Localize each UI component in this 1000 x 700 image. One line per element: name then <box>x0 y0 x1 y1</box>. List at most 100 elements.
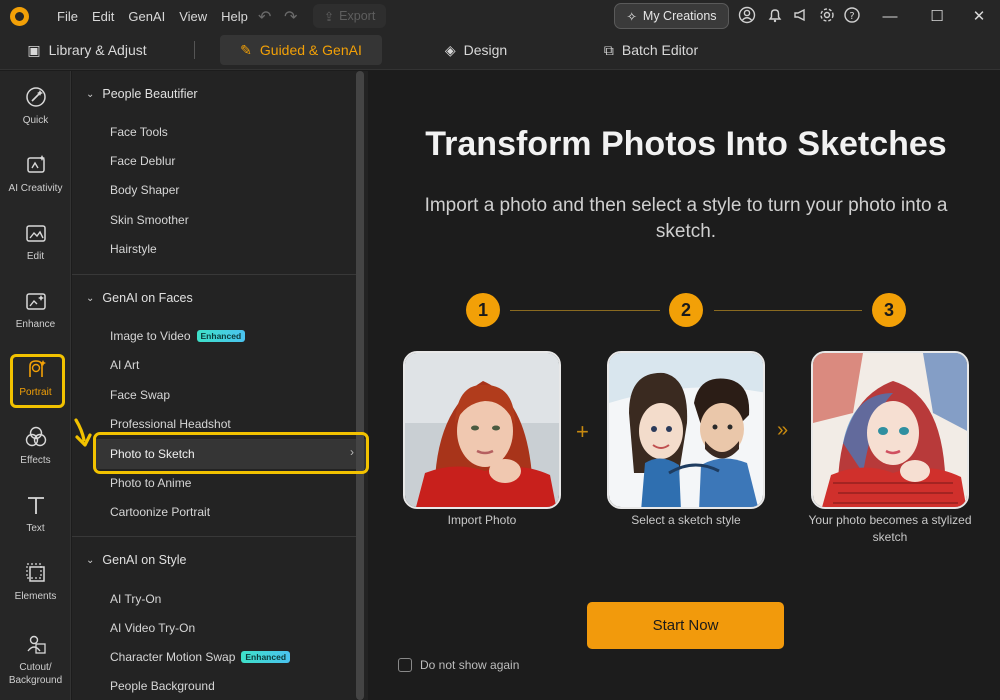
help-icon[interactable]: ? <box>843 6 861 24</box>
rail-label: Edit <box>26 250 45 262</box>
rail-label: Effects <box>20 454 51 466</box>
panel-item-face-swap[interactable]: Face Swap <box>110 386 170 404</box>
photo-to-sketch-highlight-box <box>93 432 369 474</box>
menu-view[interactable]: View <box>172 9 214 24</box>
panel-item-cartoonize-portrait[interactable]: Cartoonize Portrait <box>110 503 210 521</box>
rail-item-ai-creativity[interactable]: AI Creativity <box>0 140 71 206</box>
panel-item-label: Character Motion Swap <box>110 650 236 664</box>
export-button[interactable]: ⇪ Export <box>313 4 386 28</box>
rail-item-elements[interactable]: Elements <box>0 548 71 614</box>
app-logo-icon <box>10 7 29 26</box>
tab-batch-editor-label: Batch Editor <box>621 42 699 58</box>
rail-label: Cutout/ Background <box>8 662 63 686</box>
panel-item-photo-to-anime[interactable]: Photo to Anime <box>110 474 191 492</box>
library-icon: ▣ <box>27 41 41 58</box>
account-icon[interactable] <box>738 6 756 24</box>
pointer-arrow-icon <box>74 418 92 447</box>
rail-label: AI Creativity <box>8 182 63 194</box>
menu-edit[interactable]: Edit <box>85 9 121 24</box>
chevron-down-icon: ⌄ <box>86 292 95 304</box>
menu-file[interactable]: File <box>50 9 85 24</box>
step-connector <box>714 310 862 311</box>
workspace-tabs: ▣ Library & Adjust ✎ Guided & GenAI ◈ De… <box>0 32 1000 70</box>
sketch-style-card <box>607 351 765 509</box>
tab-guided-genai[interactable]: ✎ Guided & GenAI <box>220 35 382 65</box>
settings-gear-icon[interactable] <box>818 6 836 24</box>
rail-item-effects[interactable]: Effects <box>0 412 71 478</box>
tab-divider <box>194 41 195 59</box>
rail-item-enhance[interactable]: Enhance <box>0 276 71 342</box>
my-creations-button[interactable]: ✧ My Creations <box>614 3 729 29</box>
panel-item-face-deblur[interactable]: Face Deblur <box>110 152 175 170</box>
step-number-3: 3 <box>872 293 906 327</box>
panel-item-hairstyle[interactable]: Hairstyle <box>110 240 157 258</box>
panel-item-people-background[interactable]: People Background <box>110 677 215 695</box>
panel-item-ai-try-on[interactable]: AI Try-On <box>110 590 161 608</box>
section-people-beautifier[interactable]: ⌄ People Beautifier <box>86 84 198 104</box>
chevron-down-icon: ⌄ <box>86 554 95 566</box>
notification-bell-icon[interactable] <box>766 6 784 24</box>
rail-item-cutout-background[interactable]: Cutout/ Background <box>0 623 71 695</box>
do-not-show-label: Do not show again <box>420 658 520 672</box>
menu-help[interactable]: Help <box>214 9 255 24</box>
export-icon: ⇪ <box>323 9 335 24</box>
section-genai-on-style[interactable]: ⌄ GenAI on Style <box>86 550 186 570</box>
panel-item-label: Image to Video <box>110 329 191 343</box>
section-genai-on-faces[interactable]: ⌄ GenAI on Faces <box>86 288 193 308</box>
caption-result: Your photo becomes a stylized sketch <box>808 513 972 544</box>
rail-item-text[interactable]: Text <box>0 480 71 546</box>
undo-icon[interactable]: ↶ <box>258 7 271 27</box>
close-button[interactable]: ✕ <box>956 0 1000 32</box>
tab-design-label: Design <box>463 42 508 58</box>
panel-item-image-to-video[interactable]: Image to Video Enhanced <box>110 327 246 345</box>
minimize-button[interactable]: — <box>867 0 913 32</box>
portrait-highlight-box <box>10 354 65 408</box>
panel-item-body-shaper[interactable]: Body Shaper <box>110 181 179 199</box>
maximize-button[interactable]: ☐ <box>914 0 960 32</box>
caption-import-photo: Import Photo <box>447 513 517 527</box>
do-not-show-checkbox[interactable] <box>398 658 412 672</box>
rail-item-edit[interactable]: Edit <box>0 208 71 274</box>
redo-icon[interactable]: ↷ <box>284 7 297 27</box>
enhance-icon <box>23 288 49 314</box>
my-creations-label: My Creations <box>642 9 717 23</box>
step-number-1: 1 <box>466 293 500 327</box>
svg-text:?: ? <box>849 11 854 22</box>
panel-item-ai-art[interactable]: AI Art <box>110 356 139 374</box>
start-now-button[interactable]: Start Now <box>587 602 784 649</box>
chevron-down-icon: ⌄ <box>86 88 95 100</box>
cutout-icon <box>23 631 49 657</box>
layers-icon: ◈ <box>444 41 456 58</box>
sparkle-icon: ✧ <box>626 9 637 24</box>
tab-library-adjust[interactable]: ▣ Library & Adjust <box>22 35 152 65</box>
effects-icon <box>23 424 49 450</box>
enhanced-badge: Enhanced <box>241 651 291 663</box>
rail-label: Enhance <box>15 318 56 330</box>
do-not-show-again-option[interactable]: Do not show again <box>398 658 519 672</box>
stylized-result-card <box>811 351 969 509</box>
menu-genai[interactable]: GenAI <box>121 9 172 24</box>
import-photo-card <box>403 351 561 509</box>
section-divider <box>72 536 356 537</box>
ai-creativity-icon <box>23 152 49 178</box>
double-chevron-right-icon: » <box>777 419 789 441</box>
plus-icon: + <box>576 419 589 444</box>
edit-image-icon <box>23 220 49 246</box>
megaphone-icon[interactable] <box>792 6 810 24</box>
step-connector <box>510 310 660 311</box>
step-number-2: 2 <box>669 293 703 327</box>
caption-select-style: Select a sketch style <box>631 513 741 527</box>
panel-scrollbar[interactable] <box>356 71 364 700</box>
tab-design[interactable]: ◈ Design <box>436 35 516 65</box>
tab-batch-editor[interactable]: ⧉ Batch Editor <box>598 35 704 65</box>
tool-panel: ⌄ People Beautifier Face Tools Face Debl… <box>72 71 368 700</box>
panel-item-professional-headshot[interactable]: Professional Headshot <box>110 415 231 433</box>
panel-item-ai-video-try-on[interactable]: AI Video Try-On <box>110 619 195 637</box>
panel-item-skin-smoother[interactable]: Skin Smoother <box>110 211 189 229</box>
rail-item-quick[interactable]: Quick <box>0 72 71 138</box>
magic-wand-icon <box>23 84 49 110</box>
export-label: Export <box>339 9 376 23</box>
text-icon <box>23 492 49 518</box>
panel-item-character-motion-swap[interactable]: Character Motion Swap Enhanced <box>110 648 291 666</box>
panel-item-face-tools[interactable]: Face Tools <box>110 123 168 141</box>
